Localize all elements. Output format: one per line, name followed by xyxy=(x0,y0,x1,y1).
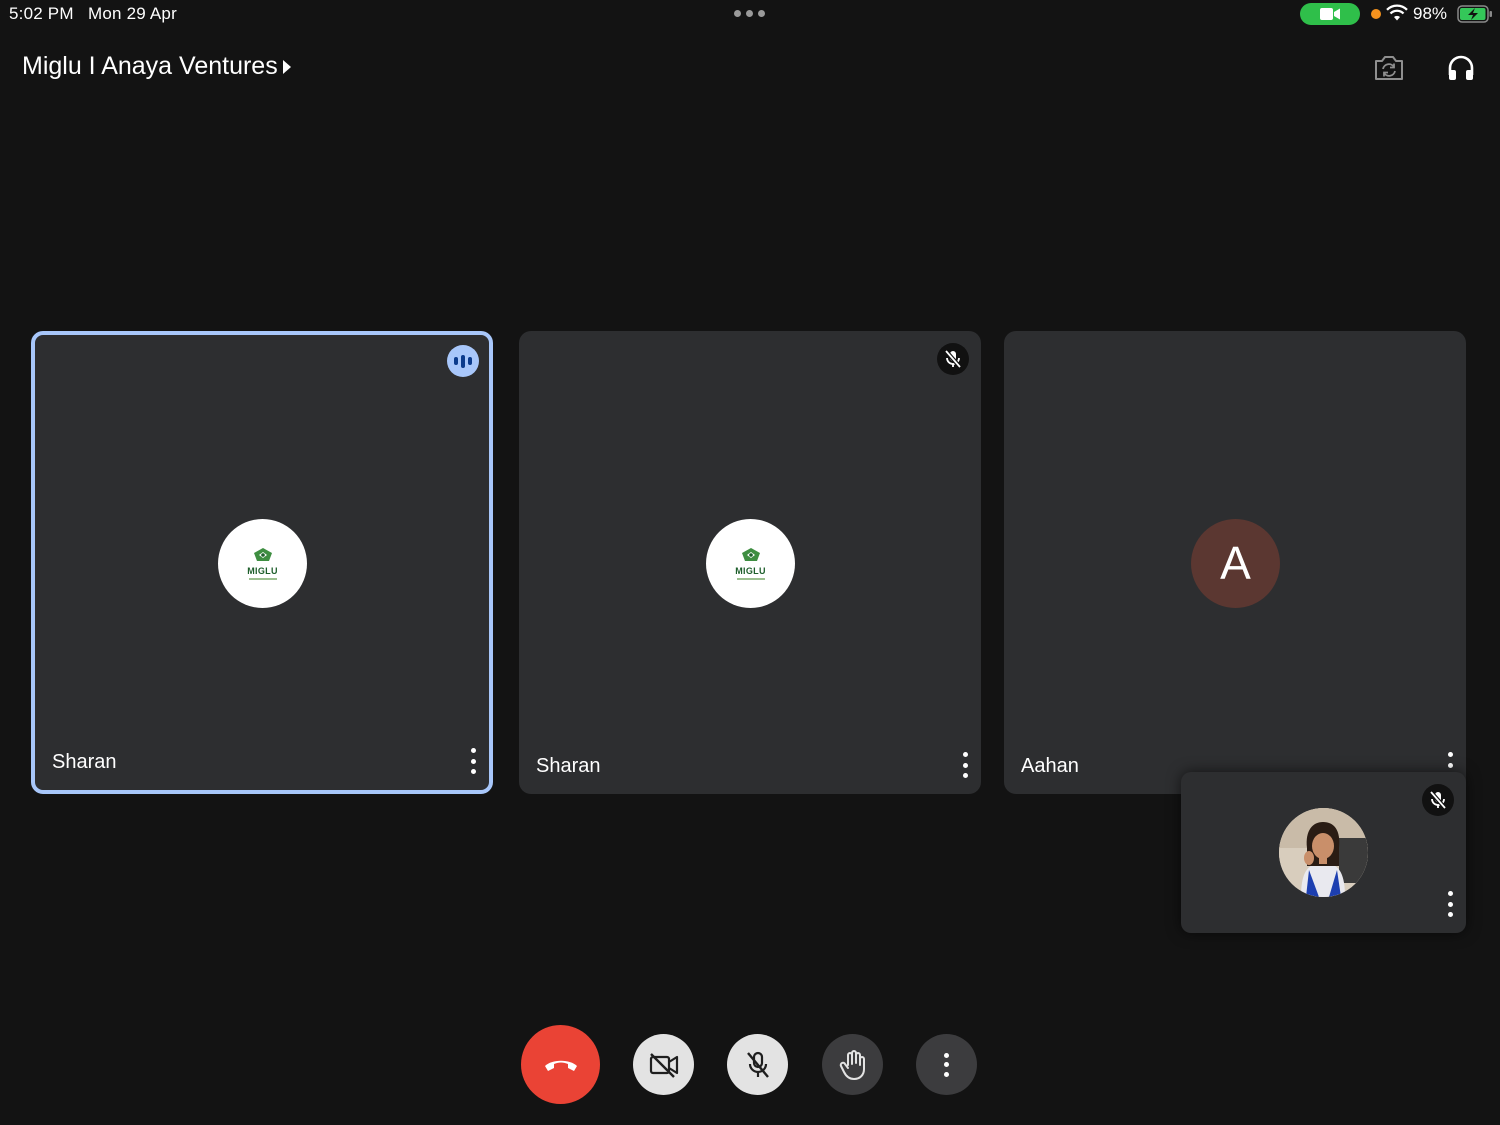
mic-off-icon xyxy=(1422,784,1454,816)
camera-off-icon xyxy=(649,1052,678,1078)
headphones-icon xyxy=(1448,55,1474,80)
more-vert-icon xyxy=(942,1052,952,1077)
more-options-icon[interactable] xyxy=(960,752,970,778)
audio-output-button[interactable] xyxy=(1441,48,1481,88)
logo-tagline xyxy=(736,577,765,580)
video-active-indicator-icon xyxy=(1300,3,1360,25)
end-call-button[interactable] xyxy=(521,1025,600,1104)
mic-in-use-dot-icon xyxy=(1371,9,1381,19)
avatar: MIGLU xyxy=(706,518,795,608)
avatar-logo-text: MIGLU xyxy=(247,565,278,576)
more-options-icon[interactable] xyxy=(468,748,478,774)
hang-up-icon xyxy=(544,1060,577,1071)
self-avatar-photo xyxy=(1279,808,1368,897)
speaking-indicator-icon xyxy=(447,345,479,377)
raise-hand-button[interactable] xyxy=(822,1034,883,1095)
miglu-logo-icon xyxy=(741,547,760,561)
mic-toggle-button[interactable] xyxy=(727,1034,788,1095)
hand-icon xyxy=(839,1049,865,1080)
status-time: 5:02 PM xyxy=(9,4,74,23)
avatar: A xyxy=(1191,518,1280,608)
switch-camera-icon xyxy=(1375,56,1403,80)
multitasking-dots-icon[interactable] xyxy=(734,10,765,17)
battery-charging-icon xyxy=(1457,5,1492,23)
status-bar: 5:02 PM Mon 29 Apr 98% xyxy=(0,0,1500,28)
participant-tile[interactable]: A Aahan xyxy=(1004,331,1466,794)
more-options-button[interactable] xyxy=(916,1034,977,1095)
battery-percentage: 98% xyxy=(1413,4,1448,23)
self-view-tile[interactable] xyxy=(1181,772,1466,933)
participant-name: Sharan xyxy=(52,751,117,773)
status-date: Mon 29 Apr xyxy=(88,4,177,23)
participant-tile[interactable]: MIGLU Sharan xyxy=(519,331,981,794)
participant-tile[interactable]: MIGLU Sharan xyxy=(31,331,493,794)
wifi-icon xyxy=(1386,4,1408,21)
avatar: MIGLU xyxy=(218,518,307,608)
mic-off-icon xyxy=(937,343,969,375)
mic-off-icon xyxy=(746,1051,769,1078)
caret-right-icon[interactable] xyxy=(283,60,291,74)
meeting-title[interactable]: Miglu I Anaya Ventures xyxy=(22,52,278,81)
avatar-logo-text: MIGLU xyxy=(735,565,766,576)
miglu-logo-icon xyxy=(253,547,272,561)
switch-camera-button[interactable] xyxy=(1369,48,1409,88)
more-options-icon[interactable] xyxy=(1445,891,1455,917)
camera-toggle-button[interactable] xyxy=(633,1034,694,1095)
participant-name: Sharan xyxy=(536,755,601,777)
logo-tagline xyxy=(248,577,277,580)
participant-name: Aahan xyxy=(1021,755,1079,777)
